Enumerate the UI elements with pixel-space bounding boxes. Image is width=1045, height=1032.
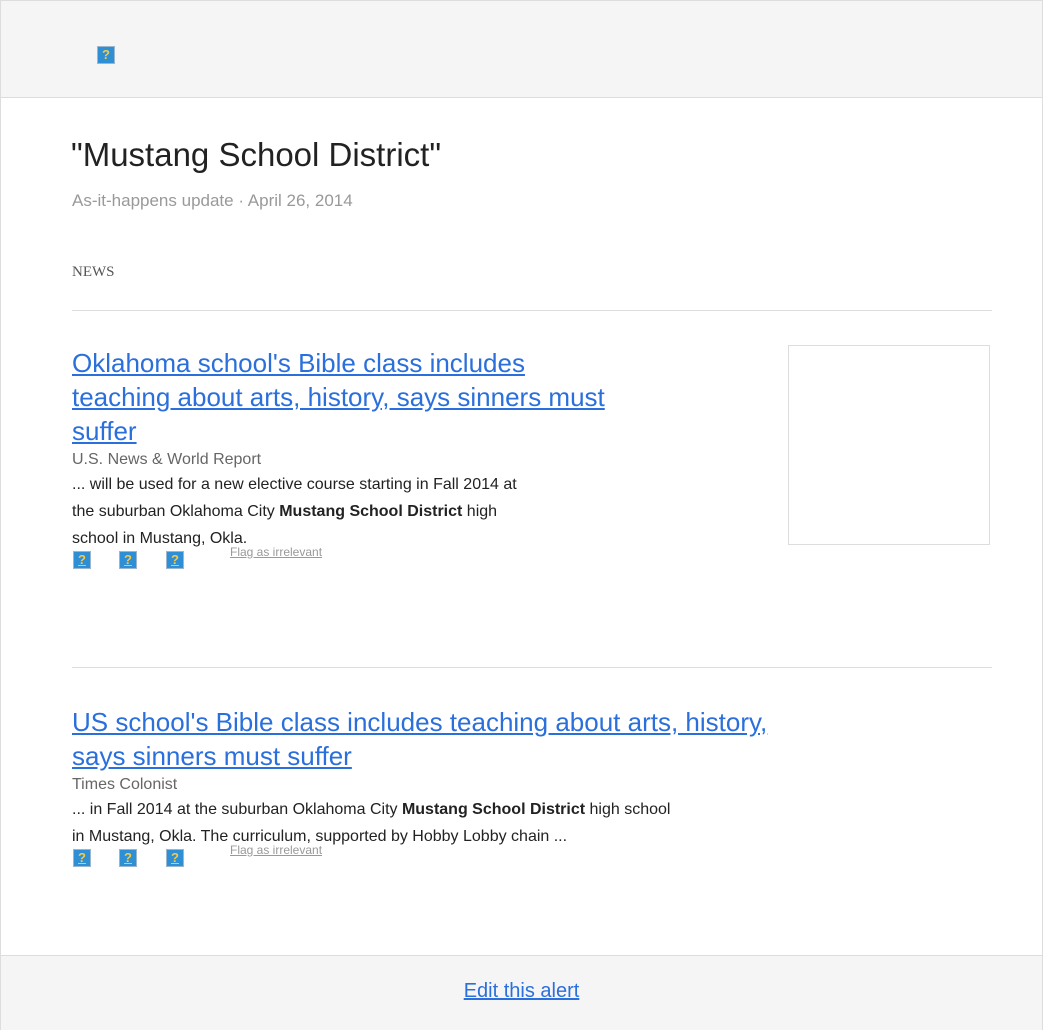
article-2-title-link[interactable]: US school's Bible class includes teachin…	[72, 705, 992, 773]
article-title-line: Oklahoma school's Bible class includes	[72, 348, 525, 378]
question-icon: ?	[97, 46, 115, 64]
alert-subtitle: As-it-happens update · April 26, 2014	[72, 191, 353, 210]
article-1-actions: ? ? ? Flag as irrelevant	[72, 545, 772, 580]
article-1-thumbnail[interactable]	[788, 345, 990, 545]
alert-title: "Mustang School District"	[71, 136, 442, 173]
article-title-line: US school's Bible class includes teachin…	[72, 707, 768, 737]
edit-alert-link[interactable]: Edit this alert	[1, 980, 1042, 1003]
footer-bar: Edit this alert	[1, 955, 1042, 1030]
question-icon[interactable]: ?	[119, 849, 137, 867]
section-label-news: NEWS	[72, 264, 115, 280]
snippet-text: school in Mustang, Okla.	[72, 530, 248, 547]
snippet-keyword: Mustang School District	[279, 503, 463, 520]
flag-irrelevant-link[interactable]: Flag as irrelevant	[230, 545, 322, 559]
flag-irrelevant-link[interactable]: Flag as irrelevant	[230, 843, 322, 857]
article-1-source: U.S. News & World Report	[72, 451, 262, 468]
article-title-line: says sinners must suffer	[72, 741, 352, 771]
header-bar: ?	[1, 1, 1042, 98]
snippet-text: ... in Fall 2014 at the suburban Oklahom…	[72, 801, 402, 818]
article-title-line: suffer	[72, 416, 137, 446]
article-2-actions: ? ? ? Flag as irrelevant	[72, 843, 992, 878]
snippet-text: ... will be used for a new elective cour…	[72, 476, 517, 493]
article-2-snippet: ... in Fall 2014 at the suburban Oklahom…	[72, 796, 992, 850]
divider	[72, 667, 992, 668]
question-icon[interactable]: ?	[119, 551, 137, 569]
snippet-keyword: Mustang School District	[401, 801, 586, 818]
article-2: US school's Bible class includes teachin…	[72, 705, 992, 878]
article-2-source: Times Colonist	[72, 776, 178, 793]
question-icon[interactable]: ?	[73, 849, 91, 867]
question-icon[interactable]: ?	[73, 551, 91, 569]
snippet-text: the suburban Oklahoma City	[72, 503, 280, 520]
question-icon[interactable]: ?	[166, 849, 184, 867]
snippet-text: high	[462, 503, 498, 520]
question-icon[interactable]: ?	[166, 551, 184, 569]
divider	[72, 310, 992, 311]
article-title-line: teaching about arts, history, says sinne…	[72, 382, 605, 412]
article-1: Oklahoma school's Bible class includes t…	[72, 346, 772, 580]
article-1-title-link[interactable]: Oklahoma school's Bible class includes t…	[72, 346, 772, 448]
snippet-text: high school	[585, 801, 671, 818]
article-1-snippet: ... will be used for a new elective cour…	[72, 471, 772, 552]
